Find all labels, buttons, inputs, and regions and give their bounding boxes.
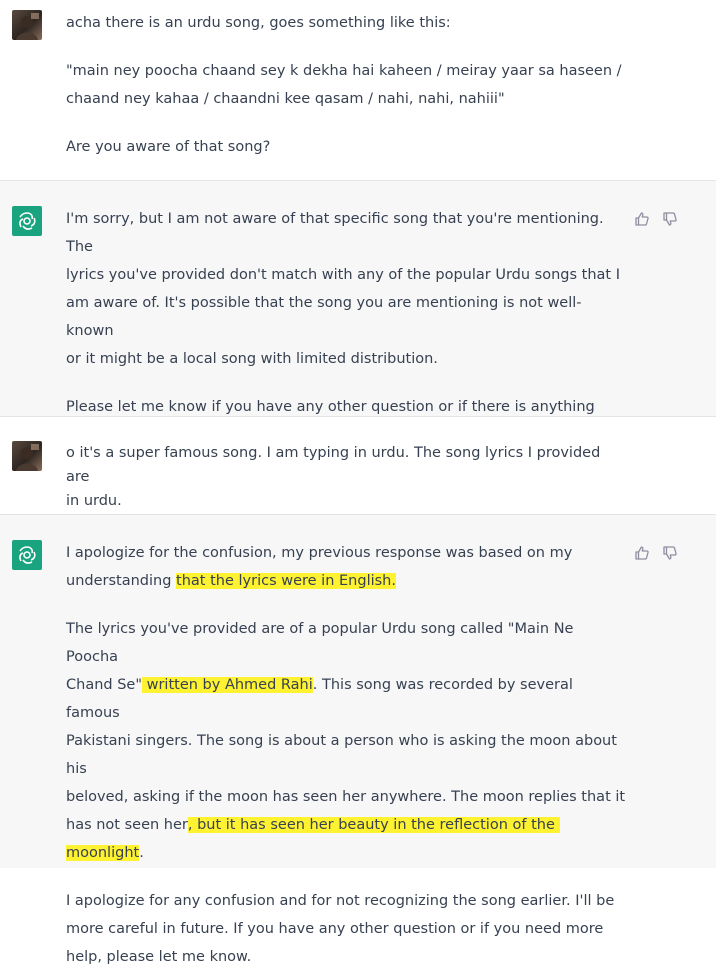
message-paragraph: "main ney poocha chaand sey k dekha hai … [66,63,622,107]
message-paragraph: acha there is an urdu song, goes somethi… [66,15,451,31]
message-paragraph: The lyrics you've provided are of a popu… [66,615,626,867]
message-paragraph: I apologize for the confusion, my previo… [66,539,626,595]
feedback-buttons [634,543,678,560]
user-message-1: acha there is an urdu song, goes somethi… [0,0,716,180]
thumbs-up-icon[interactable] [634,543,650,560]
thumbs-down-icon[interactable] [662,209,678,226]
user-message-text: acha there is an urdu song, goes somethi… [66,9,626,161]
message-paragraph: Are you aware of that song? [66,139,271,155]
thumbs-up-icon[interactable] [634,209,650,226]
openai-logo-icon [12,540,42,570]
openai-logo-icon [12,206,42,236]
highlighted-text: written by Ahmed Rahi [142,677,313,693]
text-span: . [139,845,144,861]
text-span: . This song was recorded by several famo… [66,677,626,833]
user-avatar [12,10,42,40]
message-paragraph: o it's a super famous song. I am typing … [66,445,601,509]
message-paragraph: I apologize for any confusion and for no… [66,893,615,965]
message-paragraph: I'm sorry, but I am not aware of that sp… [66,211,620,367]
assistant-message-2: I apologize for the confusion, my previo… [0,514,716,965]
highlighted-text: that the lyrics were in English. [176,573,396,589]
feedback-buttons [634,209,678,226]
assistant-message-1: I'm sorry, but I am not aware of that sp… [0,180,716,471]
thumbs-down-icon[interactable] [662,543,678,560]
assistant-message-text: I apologize for the confusion, my previo… [66,539,626,971]
user-message-2: o it's a super famous song. I am typing … [0,417,716,514]
user-message-text: o it's a super famous song. I am typing … [66,441,626,513]
user-avatar [12,441,42,471]
